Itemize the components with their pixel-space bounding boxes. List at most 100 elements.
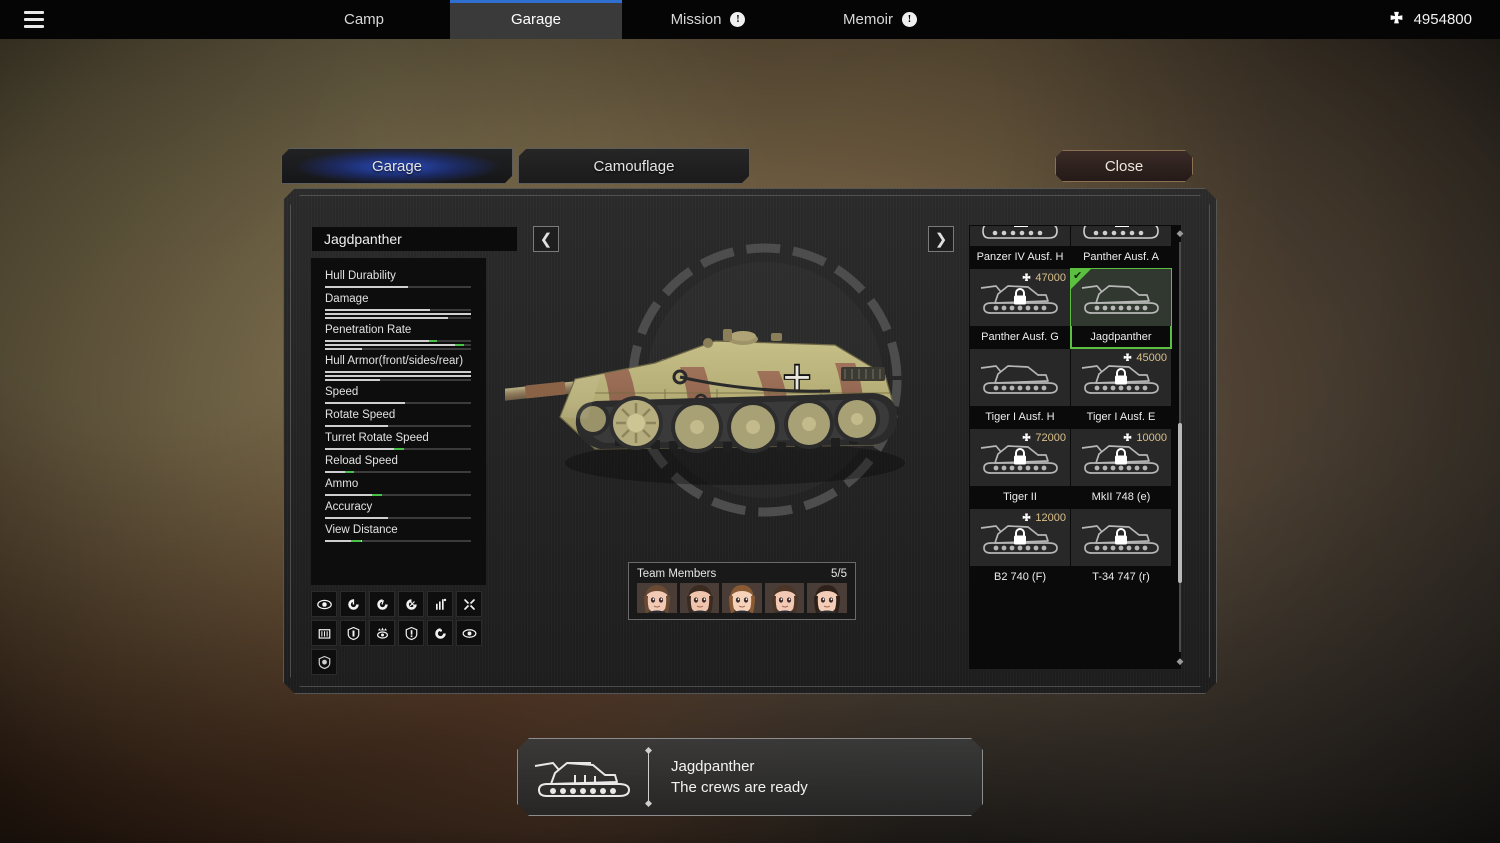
vehicle-thumbnail: 12000: [970, 509, 1070, 566]
close-button-label: Close: [1104, 157, 1144, 175]
stat-bar-fill: [325, 375, 471, 377]
tab-garage[interactable]: Garage: [281, 148, 513, 184]
stat-bar-track: [325, 517, 471, 519]
stat-bar-fill: [325, 348, 362, 350]
vehicle-thumbnail: [970, 226, 1070, 246]
scroll-down-icon[interactable]: ◆: [1175, 656, 1185, 666]
lock-icon: [1113, 367, 1129, 390]
stat-label: Hull Durability: [325, 270, 396, 282]
status-tank-icon-wrap: [518, 754, 648, 800]
nav-tab-camp-label: Camp: [343, 11, 384, 28]
stat-label: Penetration Rate: [325, 324, 412, 336]
nav-tab-mission-label: Mission: [670, 11, 722, 28]
vehicle-thumbnail: ✔: [1071, 269, 1171, 326]
chevron-left-icon[interactable]: ❮: [533, 226, 559, 252]
vehicle-stats-panel: Hull Durability Damage Penetration Rate Hul…: [311, 258, 486, 585]
team-portrait-list: [637, 583, 847, 613]
crescent-dot-icon[interactable]: [427, 620, 453, 646]
shield-dark-icon[interactable]: [311, 649, 337, 675]
vehicle-card[interactable]: Tiger I Ausf. H: [970, 349, 1070, 428]
nav-tab-camp[interactable]: Camp: [278, 0, 450, 39]
vehicle-card[interactable]: 12000 B2 740 (F): [970, 509, 1070, 588]
vehicle-name-text: Jagdpanther: [324, 231, 402, 247]
vehicle-card[interactable]: Panther Ausf. A: [1071, 226, 1171, 268]
vehicle-card[interactable]: 72000 Tiger II: [970, 429, 1070, 508]
shield-exclaim-icon[interactable]: [398, 620, 424, 646]
team-members-count: 5/5: [831, 568, 847, 580]
nav-tab-memoir-label: Memoir: [842, 11, 893, 28]
vehicle-status-bar: Jagdpanther The crews are ready: [517, 738, 983, 816]
crew-portrait-5[interactable]: [807, 583, 847, 613]
crew-portrait-4[interactable]: [764, 583, 805, 613]
lock-icon: [1014, 527, 1026, 545]
stat-bar-bonus: [351, 540, 362, 542]
eye-crown-icon[interactable]: [369, 620, 395, 646]
stat-bar-track: [325, 540, 471, 542]
shield-icon[interactable]: [340, 620, 366, 646]
lock-icon: [1012, 287, 1028, 310]
vehicle-price-value: 47000: [1035, 272, 1066, 284]
dialog-tab-row: Garage Camouflage: [281, 148, 750, 184]
nav-tab-garage[interactable]: Garage: [450, 0, 622, 39]
vehicle-card[interactable]: T-34 747 (r): [1071, 509, 1171, 588]
grid-icon[interactable]: [311, 620, 337, 646]
vehicle-thumbnail: [970, 349, 1070, 406]
vehicle-card[interactable]: 10000 MkII 748 (e): [1071, 429, 1171, 508]
stat-label: Hull Armor(front/sides/rear): [325, 355, 464, 367]
stat-bar-bonus: [371, 494, 382, 496]
vehicle-list-panel[interactable]: Panzer IV Ausf. H Panther Ausf. A 47000 Pan…: [969, 225, 1181, 669]
vehicle-thumbnail: 45000: [1071, 349, 1171, 406]
eye-outline-icon[interactable]: [456, 620, 482, 646]
nav-tab-memoir[interactable]: Memoir !: [794, 0, 966, 39]
stat-row: Hull Armor(front/sides/rear): [325, 353, 474, 381]
stat-bar-fill: [325, 317, 448, 319]
vehicle-card[interactable]: 47000 Panther Ausf. G: [970, 269, 1070, 348]
crew-portrait-2[interactable]: [679, 583, 720, 613]
stat-bar-track: [325, 309, 471, 311]
stat-row: Hull Durability: [325, 268, 474, 288]
lock-icon: [1115, 527, 1127, 545]
crossed-tools-icon[interactable]: [456, 591, 482, 617]
crew-portrait-1[interactable]: [637, 583, 677, 613]
scroll-up-icon[interactable]: ◆: [1175, 228, 1185, 238]
chevron-right-icon[interactable]: ❯: [928, 226, 954, 252]
stat-label: Accuracy: [325, 501, 373, 513]
vehicle-thumbnail: [1071, 226, 1171, 246]
nav-tab-mission[interactable]: Mission !: [622, 0, 794, 39]
crew-portrait-3[interactable]: [722, 583, 762, 613]
status-vehicle-name: Jagdpanther: [671, 758, 755, 775]
vehicle-name-label: MkII 748 (e): [1071, 486, 1171, 508]
stat-label: Damage: [325, 293, 369, 305]
eye-icon[interactable]: [311, 591, 337, 617]
tank-preview-viewport[interactable]: [495, 212, 960, 552]
currency-display: 4954800: [1388, 0, 1472, 39]
hamburger-icon[interactable]: [23, 9, 45, 30]
vehicle-price-value: 12000: [1035, 512, 1066, 524]
stat-bar-track: [325, 425, 471, 427]
vehicle-card[interactable]: Panzer IV Ausf. H: [970, 226, 1070, 268]
stat-bar-fill: [325, 309, 431, 311]
stat-bar-track: [325, 286, 471, 288]
stat-bar-fill: [325, 286, 409, 288]
crescent-alt-icon[interactable]: [369, 591, 395, 617]
stat-label: View Distance: [325, 524, 398, 536]
no-crescent-icon[interactable]: [398, 591, 424, 617]
stat-bar-fill: [325, 313, 471, 315]
stat-row: Penetration Rate: [325, 322, 474, 350]
vehicle-grid: Panzer IV Ausf. H Panther Ausf. A 47000 Pan…: [969, 225, 1181, 589]
crescent-icon[interactable]: [340, 591, 366, 617]
vehicle-card[interactable]: 45000 Tiger I Ausf. E: [1071, 349, 1171, 428]
stat-bar-bonus: [454, 344, 464, 346]
currency-amount: 4954800: [1413, 11, 1472, 28]
vehicle-card[interactable]: ✔ Jagdpanther: [1070, 268, 1172, 349]
close-button[interactable]: Close: [1055, 150, 1193, 182]
bars-icon[interactable]: [427, 591, 453, 617]
scrollbar-thumb[interactable]: [1178, 423, 1182, 583]
stat-bar-track: [325, 344, 471, 346]
vehicle-list-scrollbar[interactable]: ◆ ◆: [1174, 228, 1186, 666]
team-members-box: Team Members 5/5: [628, 562, 856, 620]
stat-bar-track: [325, 494, 471, 496]
vehicle-name-label: Panther Ausf. G: [970, 326, 1070, 348]
top-navigation-bar: Camp Garage Mission ! Memoir ! 4954800: [0, 0, 1500, 39]
tab-camouflage[interactable]: Camouflage: [518, 148, 750, 184]
